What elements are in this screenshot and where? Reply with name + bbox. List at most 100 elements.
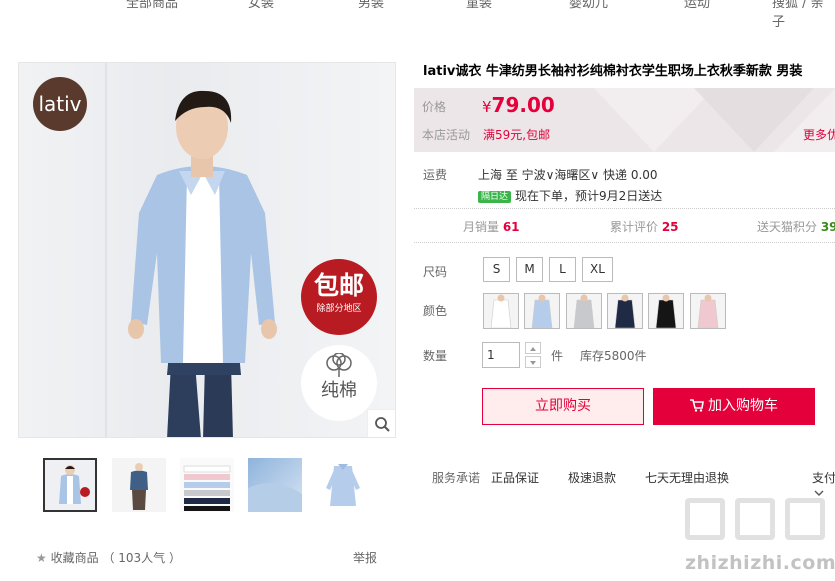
monthly-sales-value: 61 (502, 220, 520, 234)
price-amount: 79.00 (491, 93, 555, 117)
magnifier-icon (375, 417, 390, 432)
caret-up-icon (530, 347, 536, 351)
divider (414, 208, 835, 209)
review-count[interactable]: 累计评价 25 (610, 218, 679, 235)
quantity-input[interactable]: 1 (482, 342, 520, 368)
monthly-sales: 月销量 61 (463, 218, 520, 235)
shirt-icon (691, 294, 725, 328)
delivery-estimate-text: 现在下单，预计9月2日送达 (515, 189, 663, 203)
tmall-points: 送天猫积分 39 (757, 218, 835, 235)
color-option-5[interactable] (648, 293, 684, 329)
size-option-l[interactable]: L (549, 257, 576, 282)
product-title: lativ诚衣 牛津纺男长袖衬衫纯棉衬衣学生职场上衣秋季新款 男装 (423, 64, 803, 79)
more-promotions-link[interactable]: 更多优惠 (803, 126, 835, 143)
thumbnail-2[interactable] (112, 458, 166, 512)
service-fast-refund[interactable]: 极速退款 (568, 469, 616, 486)
monthly-sales-label: 月销量 (463, 220, 503, 234)
quantity-label: 数量 (423, 349, 448, 363)
cotton-icon (326, 352, 352, 377)
watermark-text: zhizhizhi.com (685, 552, 835, 574)
nav-item-men[interactable]: 男装 (358, 0, 384, 11)
pure-cotton-badge: 纯棉 (301, 345, 377, 421)
shirt-icon (649, 294, 683, 328)
color-option-2[interactable] (524, 293, 560, 329)
thumbnail-2-image (112, 458, 166, 512)
main-product-image[interactable]: lativ 包邮 除部分地区 纯棉 (18, 62, 396, 438)
price-label: 价格 (422, 100, 447, 114)
nav-item-sports[interactable]: 运动 (684, 0, 710, 11)
quantity-increase-button[interactable] (525, 342, 541, 354)
service-seven-day-return[interactable]: 七天无理由退换 (645, 469, 729, 486)
caret-down-icon (530, 361, 536, 365)
thumbnail-3-image (180, 458, 234, 512)
shirt-icon (608, 294, 642, 328)
report-link[interactable]: 举报 (353, 549, 377, 566)
size-option-m[interactable]: M (516, 257, 543, 282)
popularity-count: （ 103人气 ） (102, 551, 181, 565)
thumbnail-3[interactable] (180, 458, 234, 512)
thumbnail-4[interactable] (248, 458, 302, 512)
buy-now-button[interactable]: 立即购买 (482, 388, 644, 425)
nav-item-baby[interactable]: 婴幼儿 (569, 0, 608, 11)
price-value: ¥79.00 (482, 93, 555, 117)
service-genuine[interactable]: 正品保证 (491, 469, 539, 486)
brand-logo: lativ (33, 77, 87, 131)
promo-label: 本店活动 (422, 128, 471, 142)
color-option-6[interactable] (690, 293, 726, 329)
shipping-destination[interactable]: 上海 至 宁波∨海曙区∨ 快递 0.00 (478, 166, 658, 183)
delivery-estimate: 隔日达 现在下单，预计9月2日送达 (478, 187, 662, 204)
size-label: 尺码 (423, 265, 448, 279)
size-option-xl[interactable]: XL (582, 257, 613, 282)
color-option-1[interactable] (483, 293, 519, 329)
nav-item-women[interactable]: 女装 (248, 0, 274, 11)
tmall-points-label: 送天猫积分 (757, 220, 821, 234)
zoom-button[interactable] (367, 409, 395, 437)
thumbnail-1[interactable] (43, 458, 97, 512)
watermark-glyph (685, 498, 725, 540)
currency-symbol: ¥ (482, 98, 492, 116)
size-option-s[interactable]: S (483, 257, 510, 282)
free-shipping-text: 包邮 (313, 271, 364, 300)
thumbnail-5-image (316, 458, 370, 512)
nav-item-all[interactable]: 全部商品 (126, 0, 178, 11)
favorite-label: 收藏商品 (50, 551, 99, 565)
watermark-glyph (785, 498, 825, 540)
free-shipping-badge: 包邮 除部分地区 (301, 259, 377, 335)
shirt-icon (484, 294, 518, 328)
thumbnail-5[interactable] (316, 458, 370, 512)
price-panel-pattern (594, 88, 835, 152)
promo-text: 满59元,包邮 (483, 128, 551, 142)
quantity-unit: 件 (551, 349, 564, 363)
review-count-value: 25 (661, 220, 679, 234)
stock-count: 库存5800件 (580, 349, 647, 363)
watermark-glyph (735, 498, 775, 540)
chevron-down-icon[interactable] (814, 489, 824, 497)
review-count-label: 累计评价 (610, 220, 662, 234)
color-label: 颜色 (423, 304, 448, 318)
add-to-cart-button[interactable]: 加入购物车 (653, 388, 815, 425)
star-icon: ★ (36, 551, 47, 565)
nav-item-more[interactable]: 搜狐 / 亲子 (772, 0, 835, 30)
shirt-icon (567, 294, 601, 328)
divider (414, 242, 835, 243)
next-day-badge: 隔日达 (478, 191, 512, 203)
color-option-3[interactable] (566, 293, 602, 329)
nav-item-kids[interactable]: 童装 (466, 0, 492, 11)
payment-methods[interactable]: 支付 (812, 469, 835, 486)
favorite-product[interactable]: ★ 收藏商品 （ 103人气 ） (36, 549, 181, 566)
site-watermark: zhizhizhi.com (683, 498, 835, 580)
cart-icon (690, 399, 704, 412)
thumbnail-1-image (45, 460, 95, 510)
tmall-points-value: 39 (820, 220, 835, 234)
add-to-cart-label: 加入购物车 (708, 398, 778, 414)
top-nav: 全部商品 女装 男装 童装 婴幼儿 运动 搜狐 / 亲子 (0, 0, 835, 30)
pure-cotton-text: 纯棉 (321, 380, 357, 401)
free-shipping-note: 除部分地区 (316, 304, 362, 314)
shipping-label: 运费 (423, 168, 448, 182)
color-option-4[interactable] (607, 293, 643, 329)
service-label: 服务承诺 (432, 471, 481, 485)
thumbnail-4-image (248, 458, 302, 512)
price-panel: 价格 ¥79.00 本店活动 满59元,包邮 更多优惠 (414, 88, 835, 152)
quantity-decrease-button[interactable] (525, 356, 541, 368)
shirt-icon (525, 294, 559, 328)
